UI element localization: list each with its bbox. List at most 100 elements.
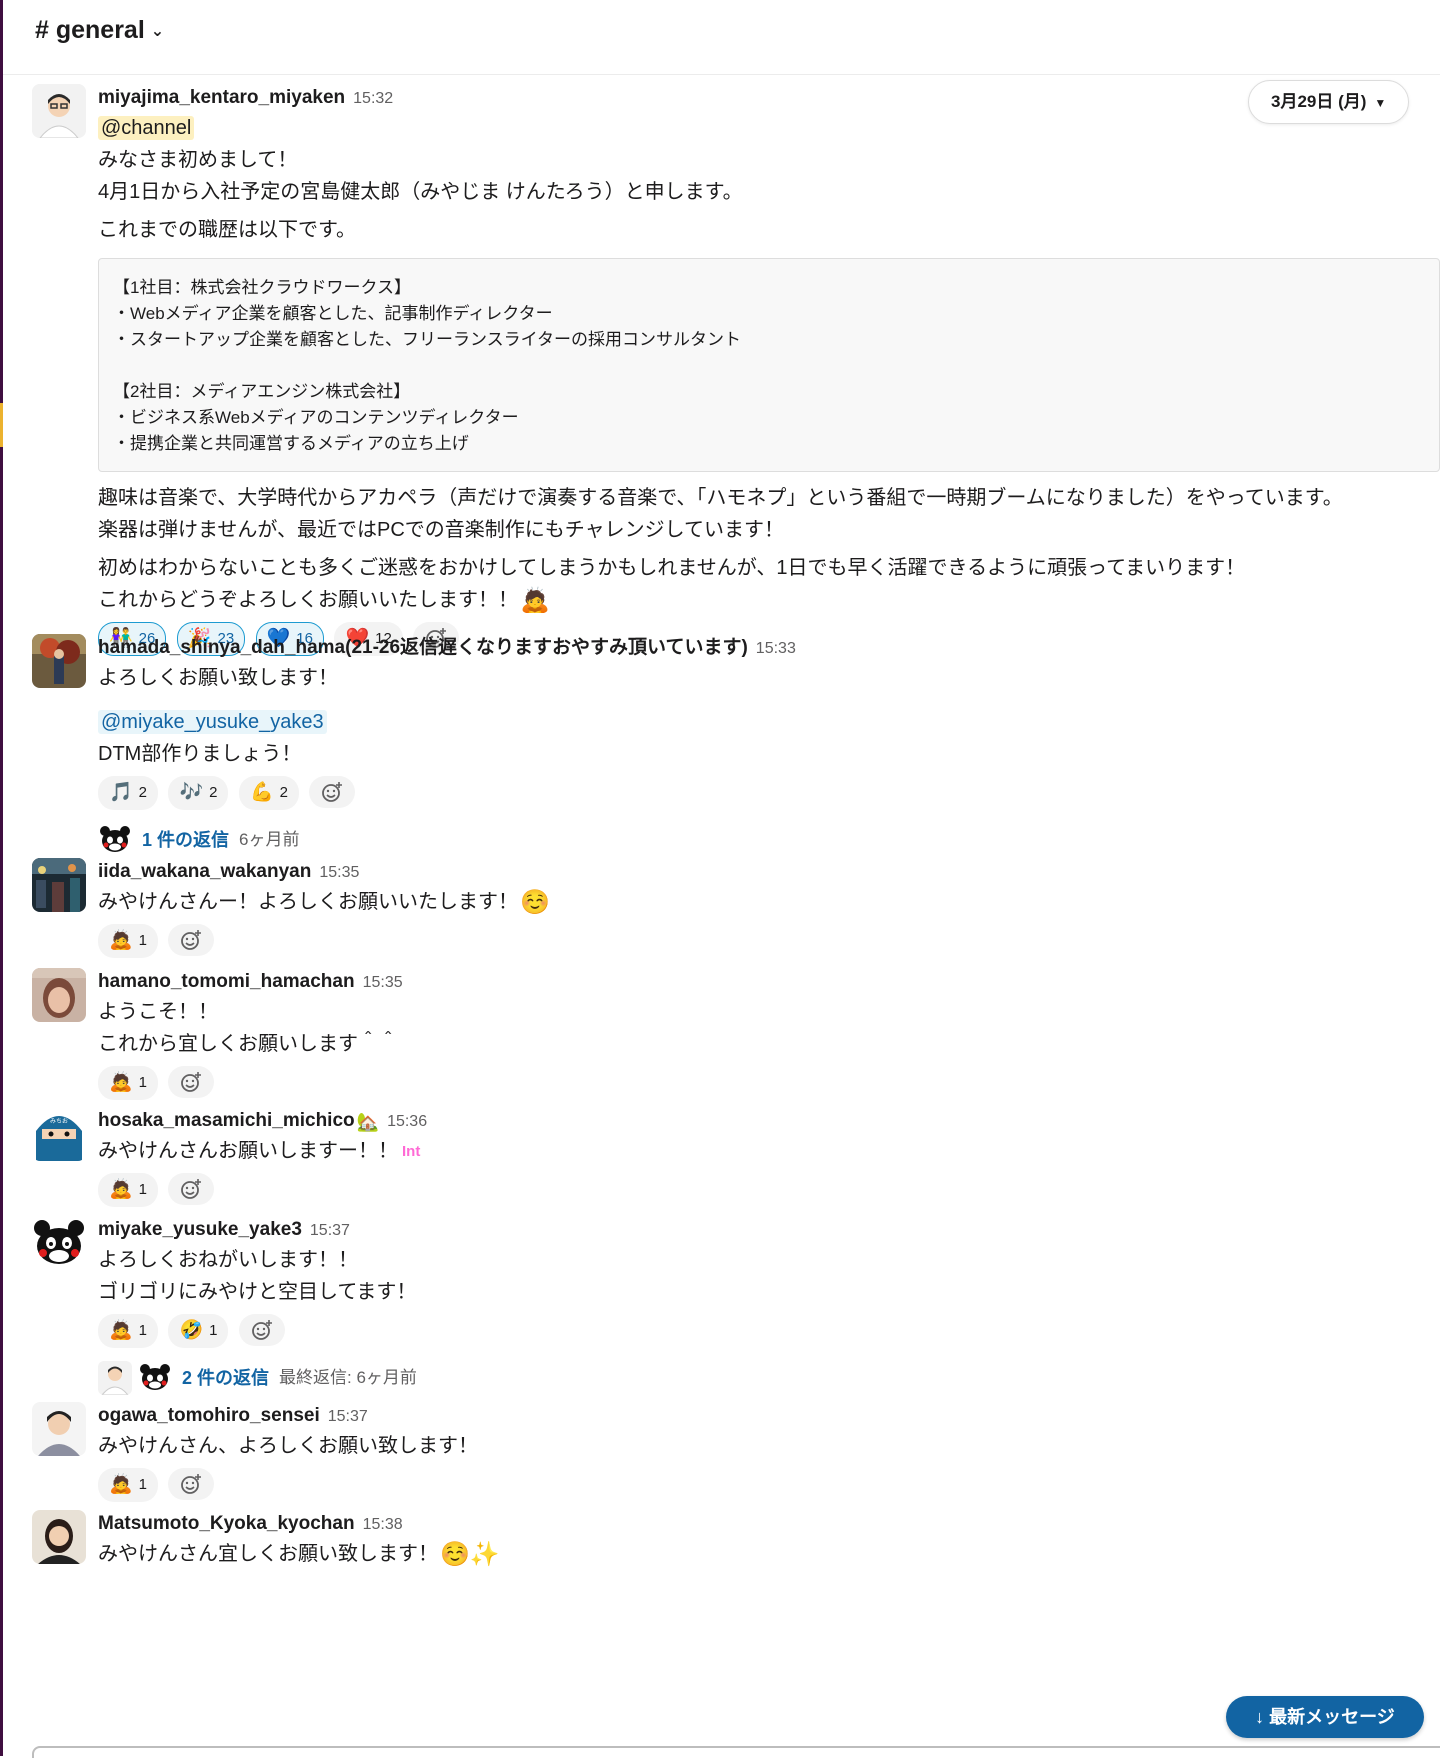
- channel-mention[interactable]: @channel: [98, 116, 195, 140]
- thread-summary[interactable]: 2 件の返信 最終返信: 6ヶ月前: [98, 1354, 1440, 1402]
- svg-text:みちお: みちお: [50, 1118, 68, 1125]
- username[interactable]: ogawa_tomohiro_sensei: [98, 1405, 320, 1426]
- code-line: ・Webメディア企業を顧客とした、記事制作ディレクター: [113, 304, 553, 323]
- reaction-bar: 🎵 2 🎶 2 💪 2: [98, 776, 1440, 812]
- add-reaction-button[interactable]: [238, 1314, 285, 1346]
- reaction-bar: 🙇 1: [98, 924, 1440, 960]
- avatar[interactable]: [32, 1216, 86, 1270]
- avatar[interactable]: [32, 858, 86, 912]
- message-text: DTM部作りましょう！: [98, 743, 302, 765]
- add-reaction-icon: [181, 1474, 202, 1494]
- reaction-pill[interactable]: 💪 2: [238, 776, 299, 810]
- add-reaction-icon: [181, 930, 202, 950]
- avatar[interactable]: [32, 1402, 86, 1456]
- add-reaction-button[interactable]: [168, 1173, 215, 1205]
- username[interactable]: iida_wakana_wakanyan: [98, 861, 311, 882]
- add-reaction-icon: [181, 1179, 202, 1199]
- thread-replies-link[interactable]: 1 件の返信: [142, 830, 229, 850]
- code-line: ・提携企業と共同運営するメディアの立ち上げ: [113, 434, 469, 453]
- message-text: よろしくお願い致します！: [98, 667, 338, 689]
- reaction-bar: 🙇 1: [98, 1066, 1440, 1102]
- message-text: みやけんさんお願いしますー！！: [98, 1140, 398, 1162]
- reaction-pill[interactable]: 🎶 2: [168, 776, 229, 810]
- timestamp[interactable]: 15:35: [363, 974, 403, 991]
- add-reaction-button[interactable]: [309, 776, 356, 808]
- timestamp[interactable]: 15:37: [310, 1222, 350, 1239]
- thread-summary[interactable]: 1 件の返信 6ヶ月前: [98, 816, 1440, 864]
- reaction-count: 2: [209, 784, 218, 802]
- timestamp[interactable]: 15:37: [328, 1408, 368, 1425]
- timestamp[interactable]: 15:35: [319, 864, 359, 881]
- user-mention[interactable]: @miyake_yusuke_yake3: [98, 710, 327, 734]
- message-text: みなさま初めまして！: [98, 149, 298, 171]
- code-line: ・スタートアップ企業を顧客とした、フリーランスライターの採用コンサルタント: [113, 330, 741, 349]
- avatar[interactable]: みちお: [32, 1107, 86, 1161]
- avatar[interactable]: [32, 968, 86, 1022]
- status-emoji[interactable]: 🏡: [357, 1108, 379, 1136]
- reaction-pill[interactable]: 🙇 1: [98, 1066, 159, 1100]
- message-composer[interactable]: [32, 1746, 1440, 1758]
- channel-name: # general: [35, 16, 145, 44]
- username[interactable]: hosaka_masamichi_michico: [98, 1110, 355, 1131]
- username[interactable]: miyake_yusuke_yake3: [98, 1219, 302, 1240]
- reaction-emoji: 🤣: [179, 1320, 204, 1342]
- reply-avatar: [98, 1361, 132, 1395]
- thread-meta: 6ヶ月前: [239, 830, 300, 849]
- reaction-pill[interactable]: 🙇 1: [98, 924, 159, 958]
- add-reaction-button[interactable]: [168, 1066, 215, 1098]
- username[interactable]: miyajima_kentaro_miyaken: [98, 87, 345, 108]
- reaction-bar: 🙇 1: [98, 1468, 1440, 1504]
- reaction-count: 2: [279, 784, 288, 802]
- reaction-pill[interactable]: 🙇 1: [98, 1314, 159, 1348]
- message-text: みやけんさんー！よろしくお願いいたします！: [98, 891, 518, 913]
- avatar[interactable]: [32, 1510, 86, 1564]
- message-text: これまでの職歴は以下です。: [98, 219, 356, 241]
- reaction-emoji: 🎵: [109, 782, 133, 804]
- timestamp[interactable]: 15:32: [353, 90, 393, 107]
- add-reaction-button[interactable]: [168, 1468, 215, 1500]
- message-text: みやけんさん、よろしくお願い致します！: [98, 1435, 478, 1457]
- timestamp[interactable]: 15:33: [756, 640, 796, 657]
- avatar[interactable]: [32, 634, 86, 688]
- username[interactable]: hamano_tomomi_hamachan: [98, 971, 355, 992]
- add-reaction-button[interactable]: [168, 924, 215, 956]
- reply-avatar: [98, 823, 132, 857]
- channel-name-button[interactable]: # general ⌄: [35, 16, 164, 45]
- username[interactable]: Matsumoto_Kyoka_kyochan: [98, 1513, 355, 1534]
- avatar[interactable]: [32, 84, 86, 138]
- reaction-count: 1: [138, 1181, 148, 1199]
- reaction-bar: 🙇 1: [98, 1173, 1440, 1209]
- reaction-pill[interactable]: 🎵 2: [98, 776, 159, 810]
- message-text: ゴリゴリにみやけと空目してます！: [98, 1281, 417, 1303]
- reaction-count: 1: [138, 1074, 148, 1092]
- reaction-emoji: 🙇: [109, 1474, 133, 1496]
- code-block: 【1社目：株式会社クラウドワークス】 ・Webメディア企業を顧客とした、記事制作…: [98, 258, 1440, 472]
- thread-meta: 最終返信: 6ヶ月前: [279, 1368, 417, 1387]
- reaction-pill[interactable]: 🙇 1: [98, 1468, 159, 1502]
- jump-to-latest-button[interactable]: ↓ 最新メッセージ: [1226, 1696, 1424, 1738]
- message-text: 初めはわからないことも多くご迷惑をおかけしてしまうかもしれませんが、1日でも早く…: [98, 557, 1246, 579]
- message-text: ようこそ！！: [98, 1001, 218, 1023]
- reaction-pill[interactable]: 🙇 1: [98, 1173, 159, 1207]
- reaction-count: 1: [138, 1476, 148, 1494]
- username[interactable]: hamada_shinya_dah_hama(21-26返信遅くなりますおやすみ…: [98, 637, 748, 658]
- reaction-count: 1: [138, 1322, 148, 1340]
- reaction-pill[interactable]: 🤣 1: [168, 1314, 229, 1348]
- reaction-emoji: 🎶: [179, 782, 204, 804]
- reaction-emoji: 🙇: [109, 1072, 133, 1094]
- reaction-emoji: 🙇: [109, 1320, 133, 1342]
- message-text: これからどうぞよろしくお願いいたします！！: [98, 589, 518, 611]
- timestamp[interactable]: 15:36: [387, 1113, 427, 1130]
- reaction-bar: 🙇 1 🤣 1: [98, 1314, 1440, 1350]
- relieved-sparkles-emoji: ☺️✨: [440, 1540, 500, 1568]
- reaction-emoji: 🙇: [109, 1179, 133, 1201]
- reaction-count: 1: [209, 1322, 218, 1340]
- reaction-emoji: 💪: [249, 782, 274, 804]
- timestamp[interactable]: 15:38: [363, 1516, 403, 1533]
- message-text: 4月1日から入社予定の宮島健太郎（みやじま けんたろう）と申します。: [98, 181, 743, 203]
- thread-replies-link[interactable]: 2 件の返信: [182, 1368, 269, 1388]
- reply-avatar: [138, 1361, 172, 1395]
- message-text: みやけんさん宜しくお願い致します！: [98, 1543, 438, 1565]
- reaction-count: 2: [138, 784, 148, 802]
